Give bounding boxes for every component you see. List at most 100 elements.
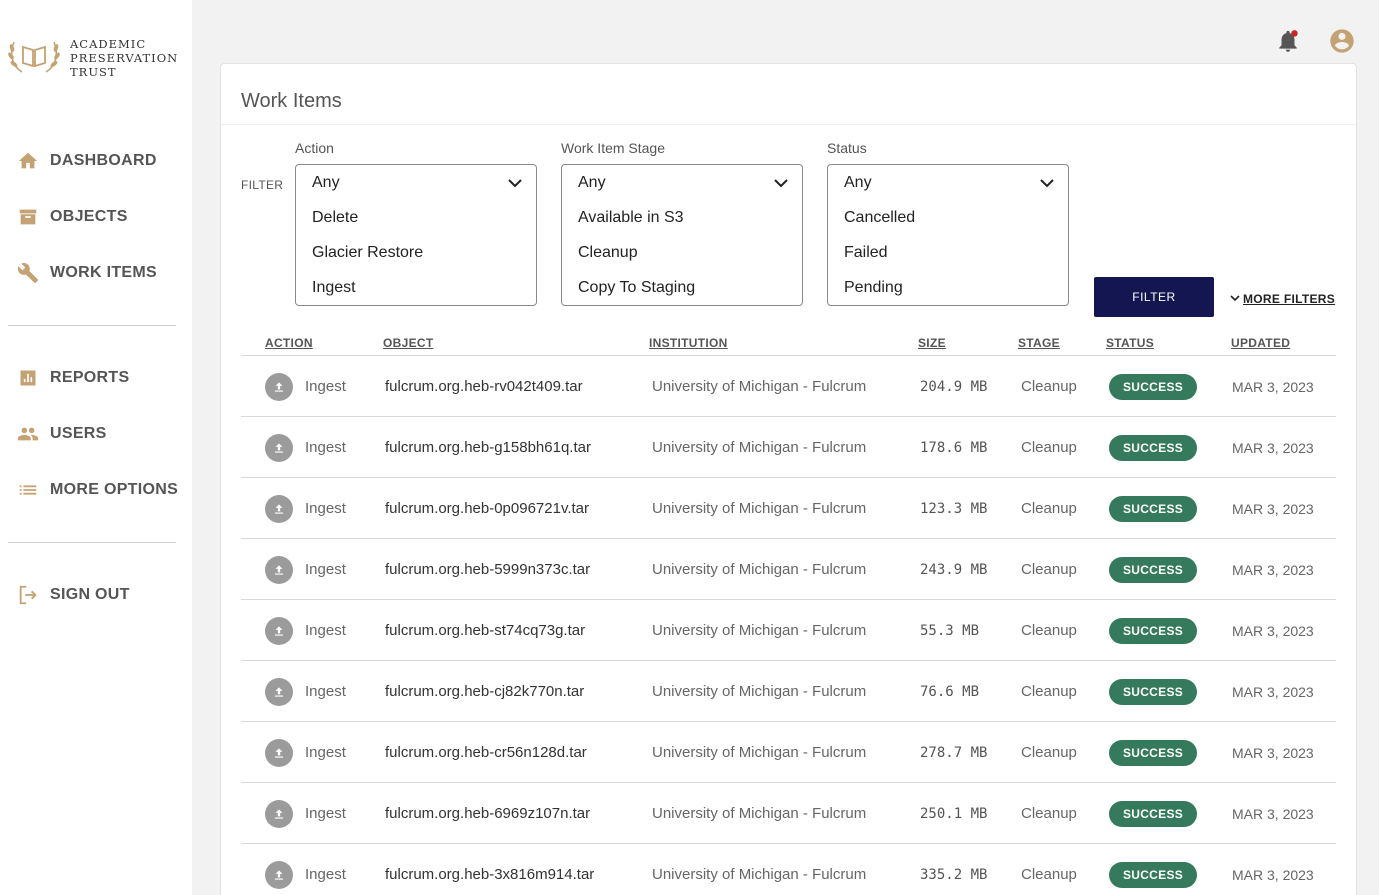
sidebar-item-objects[interactable]: OBJECTS [16,203,128,231]
upload-icon [265,860,293,889]
column-header-institution[interactable]: INSTITUTION [649,336,728,350]
action-label: Ingest [305,744,346,761]
stage-cell: Cleanup [1021,805,1077,822]
sidebar-item-label: OBJECTS [50,208,128,225]
object-link[interactable]: fulcrum.org.heb-g158bh61q.tar [385,417,591,478]
work-items-table-body: Ingest fulcrum.org.heb-rv042t409.tar Uni… [241,356,1336,895]
chevron-down-icon [1230,290,1240,308]
laurel-book-icon [6,32,62,83]
select-option[interactable]: Cancelled [828,204,1068,239]
select-option[interactable]: Any [296,169,536,204]
table-row[interactable]: Ingest fulcrum.org.heb-0p096721v.tar Uni… [241,478,1336,539]
table-row[interactable]: Ingest fulcrum.org.heb-g158bh61q.tar Uni… [241,417,1336,478]
size-cell: 76.6 MB [920,683,980,700]
action-filter: Action Any Delete Glacier Restore Ingest [295,140,537,306]
column-header-size[interactable]: SIZE [918,336,946,350]
select-option[interactable]: Glacier Restore [296,239,536,274]
select-option[interactable]: Cleanup [562,239,802,274]
action-filter-title: Action [295,140,334,156]
institution-cell: University of Michigan - Fulcrum [652,378,867,395]
upload-icon [265,372,293,401]
sidebar-item-more-options[interactable]: MORE OPTIONS [16,476,178,504]
upload-icon [265,433,293,462]
sidebar-item-reports[interactable]: REPORTS [16,364,129,392]
institution-cell: University of Michigan - Fulcrum [652,805,867,822]
status-filter: Status Any Cancelled Failed Pending [827,140,1069,306]
object-link[interactable]: fulcrum.org.heb-st74cq73g.tar [385,600,585,661]
account-button[interactable] [1327,28,1357,58]
brand-line-2: PRESERVATION [70,50,179,65]
chevron-down-icon [508,169,522,207]
stage-select[interactable]: Any Available in S3 Cleanup Copy To Stag… [561,164,803,306]
institution-cell: University of Michigan - Fulcrum [652,866,867,883]
object-link[interactable]: fulcrum.org.heb-0p096721v.tar [385,478,589,539]
action-label: Ingest [305,500,346,517]
status-cell: SUCCESS [1109,722,1197,783]
filter-button[interactable]: FILTER [1094,277,1214,317]
object-link[interactable]: fulcrum.org.heb-3x816m914.tar [385,844,594,895]
sidebar-item-dashboard[interactable]: DASHBOARD [16,147,157,175]
sidebar-item-work-items[interactable]: WORK ITEMS [16,259,157,287]
stage-cell: Cleanup [1021,439,1077,456]
table-row[interactable]: Ingest fulcrum.org.heb-6969z107n.tar Uni… [241,783,1336,844]
sidebar-item-users[interactable]: USERS [16,420,107,448]
sidebar-item-sign-out[interactable]: SIGN OUT [16,581,130,609]
notifications-button[interactable] [1273,28,1303,58]
brand-line-3: TRUST [70,64,117,79]
select-option[interactable]: Pending [828,274,1068,309]
column-header-action[interactable]: ACTION [265,336,313,350]
table-row[interactable]: Ingest fulcrum.org.heb-st74cq73g.tar Uni… [241,600,1336,661]
size-cell: 123.3 MB [920,500,988,517]
users-icon [16,422,40,446]
institution-cell: University of Michigan - Fulcrum [652,744,867,761]
action-cell: Ingest [265,539,346,600]
stage-cell: Cleanup [1021,683,1077,700]
action-select[interactable]: Any Delete Glacier Restore Ingest [295,164,537,306]
updated-cell: MAR 3, 2023 [1232,683,1314,700]
size-cell: 243.9 MB [920,561,988,578]
select-option[interactable]: Failed [828,239,1068,274]
column-header-status[interactable]: STATUS [1106,336,1154,350]
object-link[interactable]: fulcrum.org.heb-cr56n128d.tar [385,722,587,783]
home-icon [16,149,40,173]
select-option-label: Copy To Staging [578,279,696,296]
select-option-label: Any [578,174,606,191]
upload-icon [265,494,293,523]
select-option[interactable]: Delete [296,204,536,239]
institution-cell: University of Michigan - Fulcrum [652,622,867,639]
status-select[interactable]: Any Cancelled Failed Pending [827,164,1069,306]
select-option-label: Any [844,174,872,191]
table-header: ACTION OBJECT INSTITUTION SIZE STAGE STA… [241,332,1336,356]
stage-cell: Cleanup [1021,866,1077,883]
logo[interactable]: ACADEMIC PRESERVATION TRUST [6,32,178,83]
action-cell: Ingest [265,417,346,478]
table-row[interactable]: Ingest fulcrum.org.heb-5999n373c.tar Uni… [241,539,1336,600]
object-link[interactable]: fulcrum.org.heb-6969z107n.tar [385,783,590,844]
table-row[interactable]: Ingest fulcrum.org.heb-3x816m914.tar Uni… [241,844,1336,895]
select-option[interactable]: Ingest [296,274,536,309]
updated-cell: MAR 3, 2023 [1232,439,1314,456]
table-row[interactable]: Ingest fulcrum.org.heb-cr56n128d.tar Uni… [241,722,1336,783]
card-divider [221,124,1356,125]
column-header-stage[interactable]: STAGE [1018,336,1060,350]
object-link[interactable]: fulcrum.org.heb-cj82k770n.tar [385,661,584,722]
select-option[interactable]: Copy To Staging [562,274,802,309]
status-cell: SUCCESS [1109,356,1197,417]
select-option[interactable]: Any [828,169,1068,204]
bell-icon [1275,28,1301,59]
table-row[interactable]: Ingest fulcrum.org.heb-rv042t409.tar Uni… [241,356,1336,417]
table-row[interactable]: Ingest fulcrum.org.heb-cj82k770n.tar Uni… [241,661,1336,722]
stage-filter: Work Item Stage Any Available in S3 Clea… [561,140,803,306]
column-header-object[interactable]: OBJECT [383,336,433,350]
select-option[interactable]: Available in S3 [562,204,802,239]
more-filters-link[interactable]: MORE FILTERS [1230,290,1335,308]
archive-icon [16,205,40,229]
sidebar-divider [8,542,176,543]
object-link[interactable]: fulcrum.org.heb-5999n373c.tar [385,539,590,600]
column-header-updated[interactable]: UPDATED [1231,336,1290,350]
sidebar-item-label: MORE OPTIONS [50,481,179,498]
select-option[interactable]: Any [562,169,802,204]
object-link[interactable]: fulcrum.org.heb-rv042t409.tar [385,356,583,417]
action-label: Ingest [305,683,346,700]
status-cell: SUCCESS [1109,844,1197,895]
